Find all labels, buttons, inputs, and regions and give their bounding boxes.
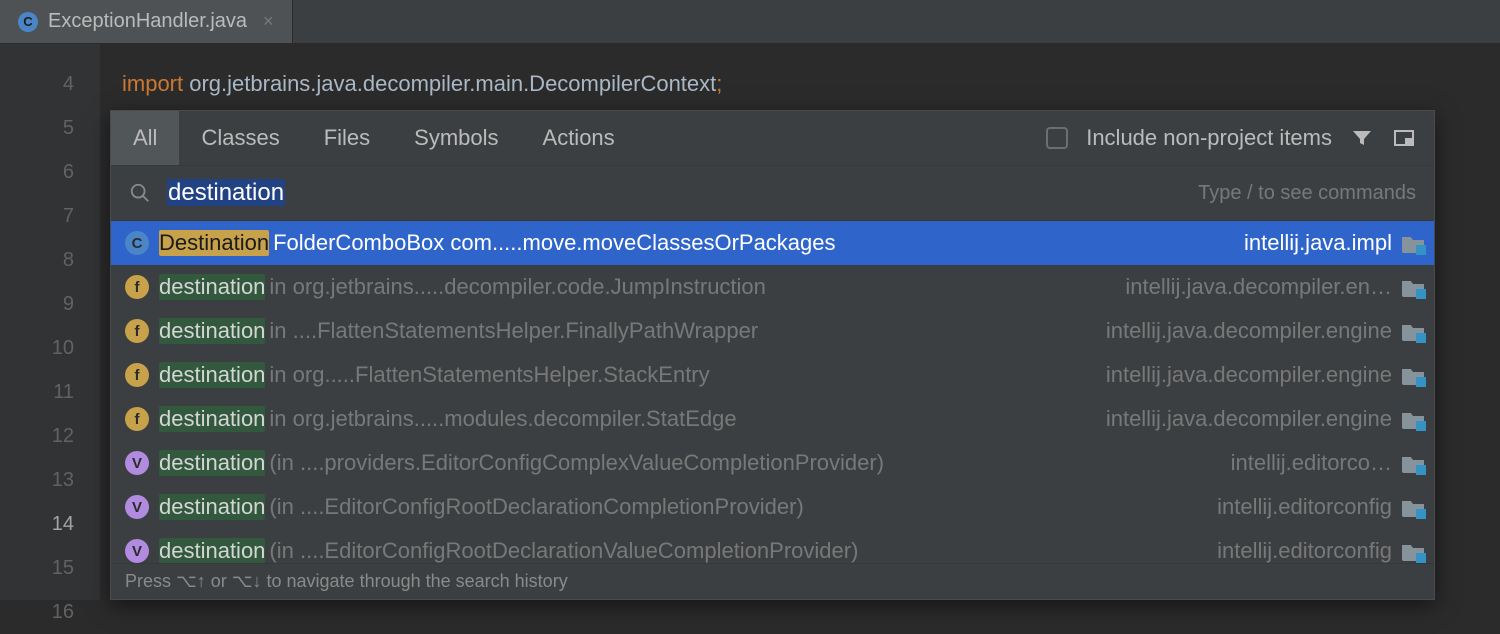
module-icon [1402,233,1424,253]
module-icon [1402,321,1424,341]
match-highlight: destination [159,538,265,563]
import-path: org.jetbrains.java.decompiler.main.Decom… [183,71,716,96]
result-location: in org.jetbrains.....modules.decompiler.… [269,406,736,432]
match-highlight: destination [159,318,265,344]
result-location: (in ....EditorConfigRootDeclarationValue… [269,538,858,563]
result-module: intellij.java.decompiler.engine [1106,362,1392,388]
search-results-list: C DestinationFolderComboBox com.....move.… [111,221,1434,563]
file-tab-title: ExceptionHandler.java [48,10,247,33]
result-name: destination in org.....FlattenStatements… [159,362,710,388]
gutter-line: 6 [0,150,74,194]
search-result-row[interactable]: Vdestination (in ....EditorConfigRootDec… [111,529,1434,563]
module-icon [1402,541,1424,561]
result-name: destination (in ....EditorConfigRootDecl… [159,494,804,520]
result-location: (in ....EditorConfigRootDeclarationCompl… [269,494,803,520]
result-name: destination (in ....providers.EditorConf… [159,450,884,476]
search-tab-actions[interactable]: Actions [521,111,637,165]
match-highlight: destination [159,362,265,388]
class-icon: C [125,231,149,255]
search-toolbar-right: Include non-project items [1046,111,1434,165]
module-icon [1402,365,1424,385]
search-result-row[interactable]: f destination in org.jetbrains.....decomp… [111,265,1434,309]
result-name: destination in org.jetbrains.....decompi… [159,274,766,300]
gutter-line: 16 [0,590,74,634]
match-highlight: destination [159,406,265,432]
var-icon: V [125,495,149,519]
result-location: in ....FlattenStatementsHelper.FinallyPa… [269,318,758,344]
gutter-line: 15 [0,546,74,590]
result-name: destination (in ....EditorConfigRootDecl… [159,538,858,563]
gutter-line: 11 [0,370,74,414]
gutter: 45678910111213141516 [0,44,100,600]
search-result-row[interactable]: f destination in org.jetbrains.....module… [111,397,1434,441]
module-icon [1402,453,1424,473]
module-icon [1402,497,1424,517]
search-result-row[interactable]: Vdestination (in ....EditorConfigRootDec… [111,485,1434,529]
result-location: in org.jetbrains.....decompiler.code.Jum… [269,274,765,300]
result-suffix: FolderComboBox com.....move.moveClassesO… [273,230,835,256]
gutter-line: 13 [0,458,74,502]
result-name: destination in ....FlattenStatementsHelp… [159,318,758,344]
class-icon: C [18,12,38,32]
search-input-row: destination Type / to see commands [111,166,1434,221]
match-highlight: Destination [159,230,269,256]
field-icon: f [125,407,149,431]
search-tab-symbols[interactable]: Symbols [392,111,520,165]
gutter-line: 12 [0,414,74,458]
search-footer-hint: Press ⌥↑ or ⌥↓ to navigate through the s… [111,563,1434,599]
search-result-row[interactable]: f destination in ....FlattenStatementsHel… [111,309,1434,353]
filter-icon[interactable] [1350,126,1374,150]
result-module: intellij.java.decompiler.engine [1106,318,1392,344]
search-tab-classes[interactable]: Classes [179,111,301,165]
result-module: intellij.java.impl [1244,230,1392,256]
search-tab-files[interactable]: Files [302,111,392,165]
result-module: intellij.java.decompiler.en… [1125,274,1392,300]
gutter-line: 14 [0,502,74,546]
semicolon: ; [716,71,722,96]
search-icon [129,182,151,204]
result-location: in org.....FlattenStatementsHelper.Stack… [269,362,709,388]
gutter-line: 8 [0,238,74,282]
editor-tabs: C ExceptionHandler.java × [0,0,1500,44]
gutter-line: 4 [0,62,74,106]
gutter-line: 7 [0,194,74,238]
field-icon: f [125,363,149,387]
search-result-row[interactable]: Vdestination (in ....providers.EditorCon… [111,441,1434,485]
module-icon [1402,409,1424,429]
match-highlight: destination [159,274,265,300]
match-highlight: destination [159,450,265,476]
gutter-line: 9 [0,282,74,326]
result-location: (in ....providers.EditorConfigComplexVal… [269,450,884,476]
search-query-text: destination [167,179,285,206]
result-name: destination in org.jetbrains.....modules… [159,406,737,432]
include-nonproject-label: Include non-project items [1086,125,1332,151]
search-result-row[interactable]: C DestinationFolderComboBox com.....move.… [111,221,1434,265]
result-module: intellij.editorco… [1231,450,1392,476]
module-icon [1402,277,1424,297]
var-icon: V [125,539,149,563]
search-hint: Type / to see commands [1198,182,1416,205]
search-everywhere-popup: AllClassesFilesSymbolsActions Include no… [110,110,1435,600]
pin-icon[interactable] [1392,126,1416,150]
include-nonproject-checkbox[interactable] [1046,127,1068,149]
result-module: intellij.editorconfig [1217,538,1392,563]
search-tab-bar: AllClassesFilesSymbolsActions Include no… [111,111,1434,166]
field-icon: f [125,275,149,299]
result-name: DestinationFolderComboBox com.....move.m… [159,230,836,256]
var-icon: V [125,451,149,475]
search-tab-all[interactable]: All [111,111,179,165]
result-module: intellij.java.decompiler.engine [1106,406,1392,432]
close-icon[interactable]: × [263,11,274,32]
file-tab[interactable]: C ExceptionHandler.java × [0,0,293,43]
result-module: intellij.editorconfig [1217,494,1392,520]
field-icon: f [125,319,149,343]
match-highlight: destination [159,494,265,520]
search-result-row[interactable]: f destination in org.....FlattenStatement… [111,353,1434,397]
gutter-line: 10 [0,326,74,370]
gutter-line: 5 [0,106,74,150]
keyword-import: import [122,71,183,96]
search-input[interactable]: destination [167,179,285,207]
